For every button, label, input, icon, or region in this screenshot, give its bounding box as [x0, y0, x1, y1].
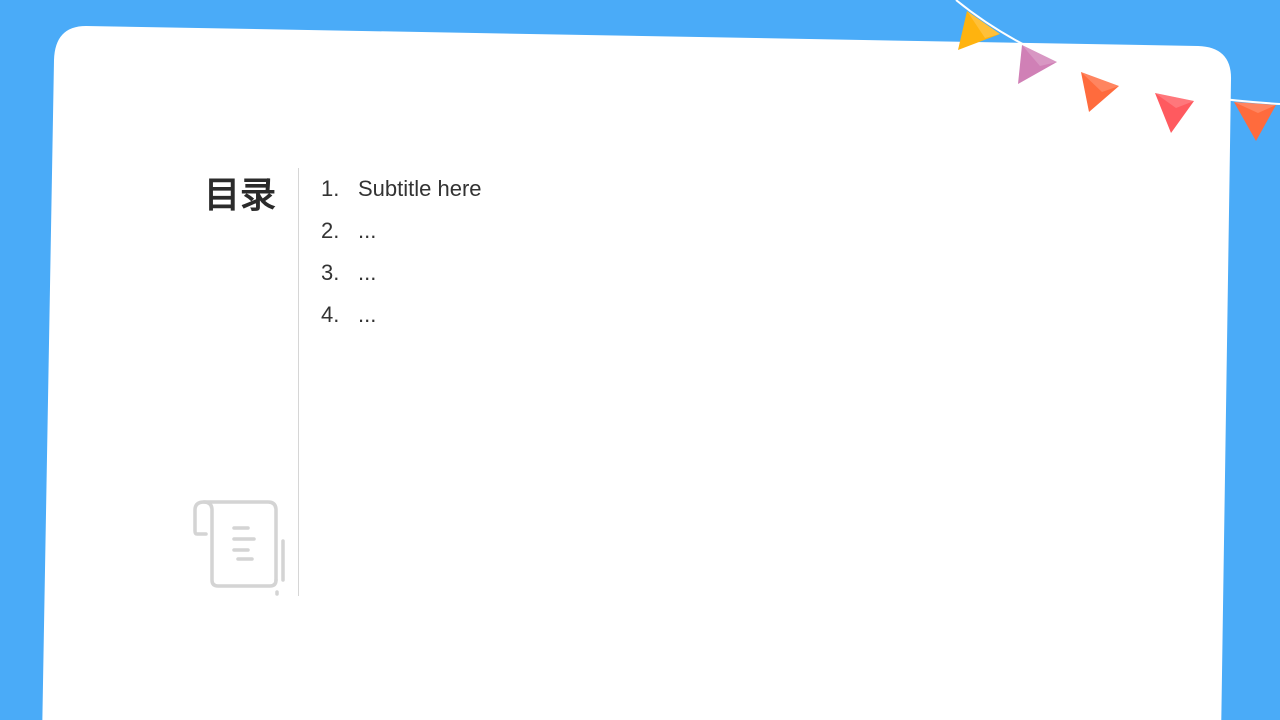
toc-divider [298, 168, 299, 596]
content-card [42, 26, 1232, 720]
toc-item-label: ... [358, 260, 377, 285]
toc-item-label: ... [358, 302, 377, 327]
toc-list: 1. Subtitle here 2. ... 3. ... 4. ... [321, 168, 482, 336]
toc-item-3: 3. ... [321, 252, 482, 294]
toc-item-2: 2. ... [321, 210, 482, 252]
toc-item-number: 3. [321, 260, 340, 285]
toc-item-label: ... [358, 218, 377, 243]
toc-item-label: Subtitle here [358, 176, 482, 201]
toc-item-number: 1. [321, 176, 340, 201]
toc-title: 目录 [203, 175, 276, 216]
scroll-document-icon [193, 500, 285, 596]
slide: 目录 1. Subtitle here 2. ... 3. ... 4. ... [0, 0, 1280, 720]
toc-item-1: 1. Subtitle here [321, 168, 482, 210]
toc-item-number: 2. [321, 218, 340, 243]
toc-item-4: 4. ... [321, 294, 482, 336]
slide-background [42, 0, 1280, 720]
toc-item-number: 4. [321, 302, 340, 327]
